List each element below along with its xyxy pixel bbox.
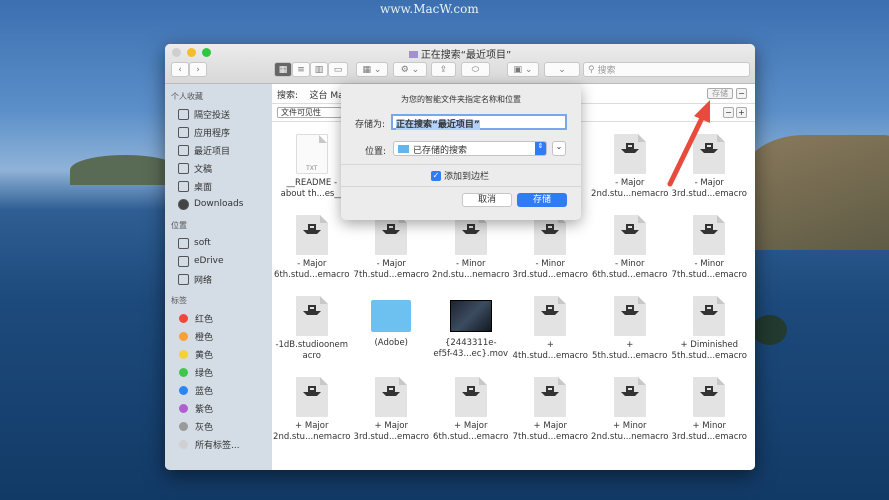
arrow-shaft [667,115,705,187]
annotation-arrow [667,100,710,187]
